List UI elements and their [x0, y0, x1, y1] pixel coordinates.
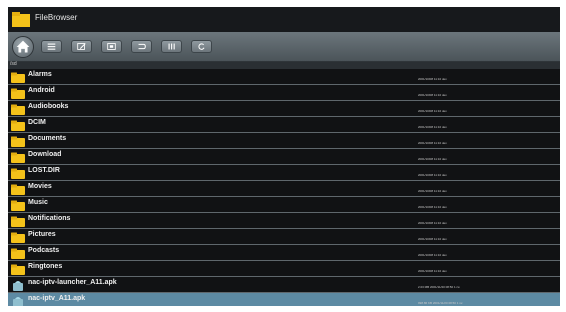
folder-row[interactable]: Audiobooks 2001/10/08 11:10 dev: [8, 101, 560, 117]
file-details: 2001/10/08 11:10 dev: [418, 221, 447, 225]
folder-icon: [11, 264, 25, 275]
refresh-button[interactable]: [191, 40, 212, 53]
file-details: 2001/10/08 11:10 dev: [418, 189, 447, 193]
title-bar: FileBrowser: [8, 7, 560, 32]
file-details: 2001/10/08 11:10 dev: [418, 125, 447, 129]
folder-app-icon: [12, 12, 30, 27]
folder-row[interactable]: LOST.DIR 2001/10/08 11:10 dev: [8, 165, 560, 181]
folder-icon: [11, 216, 25, 227]
file-details: 2001/10/08 11:10 dev: [418, 109, 447, 113]
undo-icon: [138, 43, 146, 50]
file-browser-screen: FileBrowser /sd Alarms 2001/10/08 11:10 …: [8, 7, 560, 306]
apk-file-row[interactable]: nac-iptv-launcher_A11.apk 2.03 MB 2001/11…: [8, 277, 560, 293]
file-name: LOST.DIR: [28, 167, 60, 174]
file-details: 998.86 KB 2001/11/20 08:50 1 rw: [418, 301, 463, 305]
home-icon: [16, 40, 30, 53]
file-name: Android: [28, 87, 55, 94]
folder-icon: [11, 168, 25, 179]
apk-package-icon: [13, 281, 23, 291]
edit-icon: [77, 43, 86, 50]
back-button[interactable]: [131, 40, 152, 53]
app-title: FileBrowser: [35, 13, 78, 22]
file-details: 2001/10/08 11:10 dev: [418, 93, 447, 97]
file-name: Ringtones: [28, 263, 63, 270]
file-name: DCIM: [28, 119, 46, 126]
folder-icon: [11, 248, 25, 259]
file-name: Music: [28, 199, 48, 206]
list-view-button[interactable]: [41, 40, 62, 53]
folder-row[interactable]: Download 2001/10/08 11:10 dev: [8, 149, 560, 165]
folder-row[interactable]: Movies 2001/10/08 11:10 dev: [8, 181, 560, 197]
list-icon: [47, 43, 56, 50]
file-details: 2001/10/08 11:10 dev: [418, 237, 447, 241]
refresh-icon: [198, 43, 205, 50]
folder-icon: [11, 120, 25, 131]
folder-icon: [11, 200, 25, 211]
file-name: Podcasts: [28, 247, 60, 254]
folder-row[interactable]: Notifications 2001/10/08 11:10 dev: [8, 213, 560, 229]
folder-row[interactable]: Android 2001/10/08 11:10 dev: [8, 85, 560, 101]
file-list: Alarms 2001/10/08 11:10 dev Android 2001/10…: [8, 69, 560, 306]
apk-file-row[interactable]: nac-iptv_A11.apk 998.86 KB 2001/11/20 08:…: [8, 293, 560, 306]
file-details: 2001/10/08 11:10 dev: [418, 157, 447, 161]
file-details: 2001/10/08 11:10 dev: [418, 173, 447, 177]
folder-row[interactable]: Music 2001/10/08 11:10 dev: [8, 197, 560, 213]
folder-row[interactable]: Pictures 2001/10/08 11:10 dev: [8, 229, 560, 245]
path-bar: /sd: [8, 61, 560, 69]
file-name: Audiobooks: [28, 103, 69, 110]
file-name: nac-iptv_A11.apk: [28, 295, 86, 302]
home-button[interactable]: [12, 36, 34, 58]
folder-row[interactable]: DCIM 2001/10/08 11:10 dev: [8, 117, 560, 133]
folder-icon: [11, 184, 25, 195]
file-name: Alarms: [28, 71, 52, 78]
file-details: 2001/10/08 11:10 dev: [418, 77, 447, 81]
columns-icon: [168, 43, 175, 50]
folder-icon: [11, 136, 25, 147]
file-name: Documents: [28, 135, 67, 142]
file-name: Download: [28, 151, 62, 158]
file-details: 2001/10/08 11:10 dev: [418, 253, 447, 257]
edit-button[interactable]: [71, 40, 92, 53]
apk-package-icon: [13, 297, 23, 306]
multi-select-button[interactable]: [101, 40, 122, 53]
folder-icon: [11, 232, 25, 243]
current-path: /sd: [10, 61, 17, 67]
columns-button[interactable]: [161, 40, 182, 53]
folder-row[interactable]: Alarms 2001/10/08 11:10 dev: [8, 69, 560, 85]
folder-icon: [11, 88, 25, 99]
file-details: 2001/10/08 11:10 dev: [418, 205, 447, 209]
file-name: Notifications: [28, 215, 71, 222]
toolbar: [8, 32, 560, 62]
file-name: Movies: [28, 183, 52, 190]
file-details: 2001/10/08 11:10 dev: [418, 269, 447, 273]
file-name: Pictures: [28, 231, 56, 238]
folder-icon: [11, 104, 25, 115]
file-details: 2001/10/08 11:10 dev: [418, 141, 447, 145]
folder-row[interactable]: Ringtones 2001/10/08 11:10 dev: [8, 261, 560, 277]
folder-row[interactable]: Documents 2001/10/08 11:10 dev: [8, 133, 560, 149]
folder-row[interactable]: Podcasts 2001/10/08 11:10 dev: [8, 245, 560, 261]
folder-icon: [11, 152, 25, 163]
folder-icon: [11, 72, 25, 83]
select-icon: [107, 43, 116, 50]
file-details: 2.03 MB 2001/11/20 08:50 1 rw: [418, 285, 460, 289]
file-name: nac-iptv-launcher_A11.apk: [28, 279, 117, 286]
